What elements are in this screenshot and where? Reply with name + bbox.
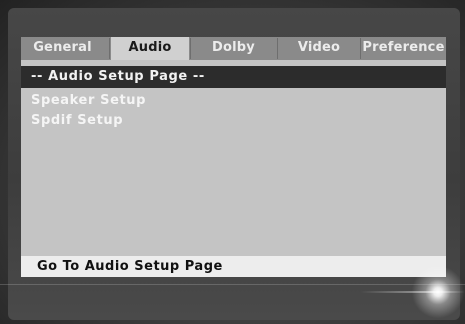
light-glare [408,262,465,322]
menu-content: -- Audio Setup Page -- Speaker Setup Spd… [21,60,446,277]
menu-item-speaker-setup[interactable]: Speaker Setup [31,91,146,111]
tab-dolby[interactable]: Dolby [191,37,276,60]
setup-menu: General Audio Dolby Video Preference -- … [21,37,446,277]
tab-preference[interactable]: Preference [361,37,446,60]
tab-general[interactable]: General [21,37,104,60]
tab-audio[interactable]: Audio [111,37,189,60]
status-bar: Go To Audio Setup Page [21,256,446,277]
tab-bar: General Audio Dolby Video Preference [21,37,446,60]
tab-separator [109,38,110,59]
tab-video[interactable]: Video [278,37,360,60]
photo-background: General Audio Dolby Video Preference -- … [0,0,465,324]
menu-item-spdif-setup[interactable]: Spdif Setup [31,111,123,131]
page-title: -- Audio Setup Page -- [21,66,446,88]
screen-edge-line [0,284,465,285]
